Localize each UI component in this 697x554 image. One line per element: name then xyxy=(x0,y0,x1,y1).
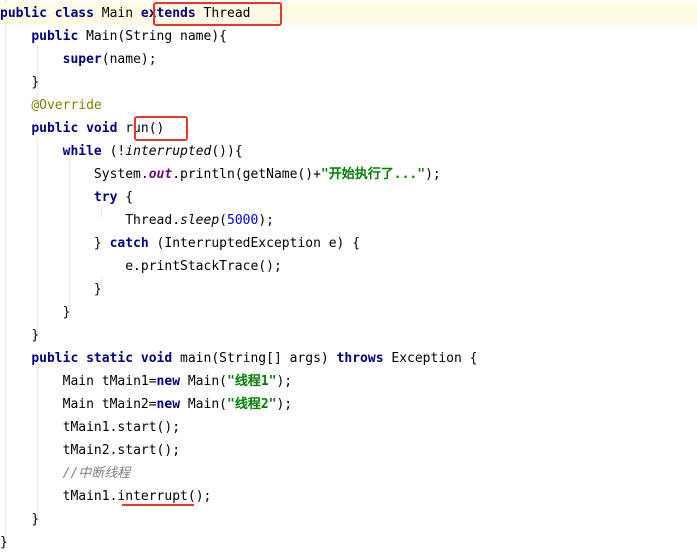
method-call: sleep xyxy=(180,213,220,228)
code-line[interactable]: tMain1.interrupt(); xyxy=(0,485,697,508)
code-text: System. xyxy=(93,167,149,182)
code-text: e.printStackTrace(); xyxy=(125,259,282,274)
code-text: ( xyxy=(219,213,227,228)
code-line[interactable]: Main tMain1=new Main("线程1"); xyxy=(0,370,697,393)
code-line[interactable]: @Override xyxy=(0,94,697,117)
superclass-name: Thread xyxy=(203,6,251,21)
code-line[interactable]: } xyxy=(0,278,697,301)
closing-brace: } xyxy=(31,512,40,527)
class-name: Main xyxy=(101,6,134,21)
keyword: public void xyxy=(31,121,118,136)
keyword-extends: extends xyxy=(140,6,196,21)
comment: //中断线程 xyxy=(62,466,131,481)
code-text: Main tMain2= xyxy=(62,397,157,412)
code-line[interactable]: Main tMain2=new Main("线程2"); xyxy=(0,393,697,416)
keyword: public class xyxy=(0,6,94,21)
code-line[interactable]: } catch (InterruptedException e) { xyxy=(0,232,697,255)
code-line[interactable]: public static void main(String[] args) t… xyxy=(0,347,697,370)
method-call: interrupted xyxy=(125,144,212,159)
code-line[interactable]: tMain2.start(); xyxy=(0,439,697,462)
code-text: Main tMain1= xyxy=(62,374,157,389)
keyword: while xyxy=(62,144,102,159)
code-text: (name); xyxy=(101,52,157,67)
code-line[interactable]: } xyxy=(0,71,697,94)
code-line[interactable]: try { xyxy=(0,186,697,209)
code-text: ()){ xyxy=(211,144,243,159)
code-line[interactable]: System.out.println(getName()+"开始执行了...")… xyxy=(0,163,697,186)
code-text: ); xyxy=(425,167,441,182)
closing-brace: } xyxy=(0,535,8,550)
method-signature: main(String[] args) xyxy=(180,351,329,366)
string-literal: "线程1" xyxy=(227,374,277,389)
code-line[interactable]: public class Main extends Thread xyxy=(0,2,697,25)
keyword: throws xyxy=(336,351,384,366)
keyword: new xyxy=(156,374,181,389)
code-editor[interactable]: public class Main extends Thread public … xyxy=(0,0,697,550)
code-text: (! xyxy=(109,144,126,159)
code-text: ); xyxy=(276,397,293,412)
code-line[interactable]: while (!interrupted()){ xyxy=(0,140,697,163)
code-text: tMain1.start(); xyxy=(62,420,181,435)
annotation: @Override xyxy=(31,98,102,113)
keyword: catch xyxy=(109,236,149,251)
method-name: run() xyxy=(125,121,165,136)
code-line[interactable]: } xyxy=(0,531,697,554)
closing-brace: } xyxy=(62,305,71,320)
code-text: Main( xyxy=(187,397,227,412)
code-text: ); xyxy=(258,213,274,228)
code-line[interactable]: } xyxy=(0,301,697,324)
code-text: tMain1. xyxy=(62,489,118,504)
closing-brace: } xyxy=(93,236,102,251)
code-line[interactable]: public Main(String name){ xyxy=(0,25,697,48)
keyword: super xyxy=(62,52,102,67)
string-literal: "开始执行了..." xyxy=(320,167,426,182)
code-line[interactable]: super(name); xyxy=(0,48,697,71)
code-line[interactable]: } xyxy=(0,508,697,531)
keyword: public xyxy=(31,29,79,44)
code-line[interactable]: Thread.sleep(5000); xyxy=(0,209,697,232)
code-text: tMain2.start(); xyxy=(62,443,181,458)
code-text: Main( xyxy=(187,374,227,389)
code-line[interactable]: } xyxy=(0,324,697,347)
code-text: { xyxy=(125,190,134,205)
keyword: new xyxy=(156,397,181,412)
code-line[interactable]: tMain1.start(); xyxy=(0,416,697,439)
code-line[interactable]: //中断线程 xyxy=(0,462,697,485)
code-text: (); xyxy=(187,489,212,504)
code-text: Exception { xyxy=(391,351,478,366)
constructor-signature: Main(String name){ xyxy=(86,29,227,44)
keyword: try xyxy=(93,190,118,205)
closing-brace: } xyxy=(93,282,102,297)
code-text: .println(getName()+ xyxy=(172,167,321,182)
method-call-interrupt: interrupt xyxy=(117,489,188,504)
static-field: out xyxy=(148,167,173,182)
number-literal: 5000 xyxy=(227,213,259,228)
closing-brace: } xyxy=(31,328,40,343)
code-text: ); xyxy=(276,374,293,389)
code-text: Thread. xyxy=(125,213,181,228)
code-text: (InterruptedException e) { xyxy=(156,236,361,251)
string-literal: "线程2" xyxy=(227,397,277,412)
closing-brace: } xyxy=(31,75,40,90)
code-line[interactable]: e.printStackTrace(); xyxy=(0,255,697,278)
keyword: public static void xyxy=(31,351,173,366)
code-line[interactable]: public void run() xyxy=(0,117,697,140)
